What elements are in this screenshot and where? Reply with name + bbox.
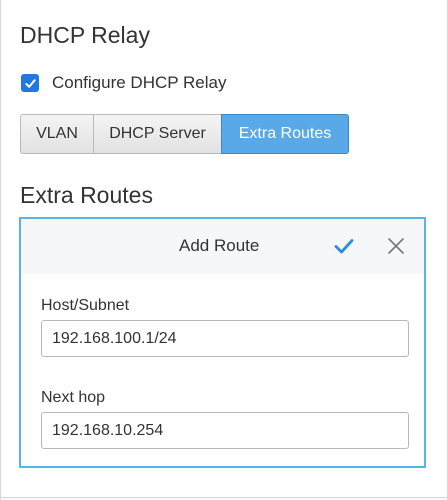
close-icon[interactable]: [387, 237, 405, 255]
extra-routes-title: Extra Routes: [20, 182, 153, 208]
next-hop-label: Next hop: [41, 389, 106, 406]
add-route-title: Add Route: [179, 236, 260, 255]
checkmark-icon[interactable]: [333, 235, 355, 257]
host-subnet-label: Host/Subnet: [41, 297, 130, 314]
checkmark-icon: [24, 78, 36, 88]
next-hop-input[interactable]: [41, 412, 409, 449]
configure-dhcp-relay-row[interactable]: Configure DHCP Relay: [21, 72, 226, 94]
tab-dhcp-server[interactable]: DHCP Server: [93, 114, 221, 154]
host-subnet-input[interactable]: [41, 320, 409, 357]
section-title: DHCP Relay: [20, 22, 150, 48]
tab-extra-routes[interactable]: Extra Routes: [221, 114, 349, 154]
configure-dhcp-relay-checkbox[interactable]: [21, 74, 39, 92]
add-route-header: Add Route: [21, 219, 424, 274]
dhcp-relay-panel: DHCP Relay Configure DHCP Relay VLAN DHC…: [0, 0, 448, 500]
relay-tabs: VLAN DHCP Server Extra Routes: [20, 114, 349, 154]
tab-vlan[interactable]: VLAN: [20, 114, 93, 154]
configure-dhcp-relay-label: Configure DHCP Relay: [52, 73, 227, 92]
panel-bottom-border: [1, 497, 448, 498]
add-route-form: Add Route Host/Subnet Next hop: [19, 217, 426, 468]
